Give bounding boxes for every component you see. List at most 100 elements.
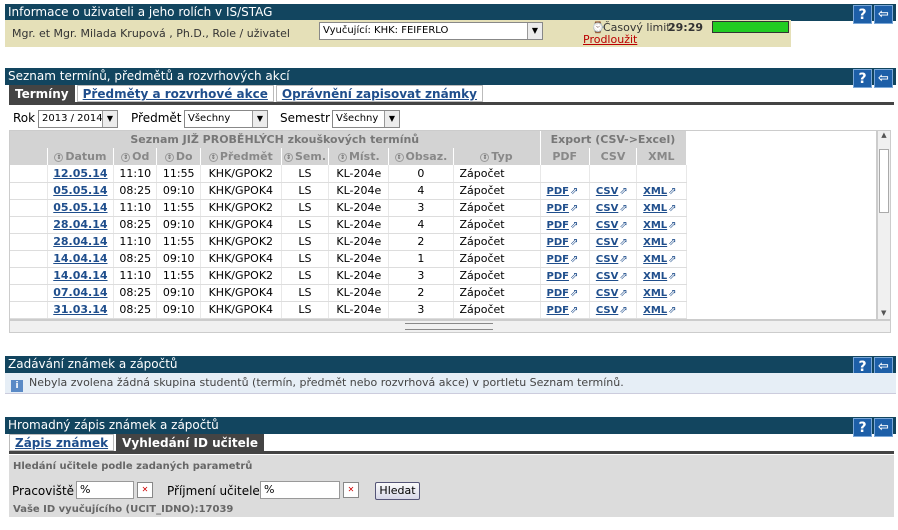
export-icon[interactable]: ⇗ [668,288,676,299]
export-icon[interactable]: ⇗ [619,288,627,299]
tab-predmety[interactable]: Předměty a rozvrhové akce [76,85,274,102]
pracoviste-input[interactable]: % [76,481,134,499]
prijmeni-input[interactable]: % [260,481,340,499]
extend-link[interactable]: Prodloužit [583,33,637,46]
export-csv-link[interactable]: CSV [596,305,618,316]
export-pdf-link[interactable]: PDF [547,288,569,299]
export-icon[interactable]: ⇗ [668,271,676,282]
date-link[interactable]: 07.04.14 [53,286,107,299]
cell-export-csv[interactable]: CSV⇗ [589,267,638,285]
export-csv-link[interactable]: CSV [596,288,618,299]
cell-datum[interactable]: 07.04.14 [47,284,115,302]
export-icon[interactable]: ⇗ [570,186,578,197]
export-pdf-link[interactable]: PDF [547,203,569,214]
cell-datum[interactable]: 28.04.14 [47,233,115,251]
export-icon[interactable]: ⇗ [570,254,578,265]
cell-export-pdf[interactable]: PDF⇗ [540,301,590,319]
sort-icon[interactable]: ⇕ [337,153,347,162]
clear-icon[interactable]: ✕ [137,482,153,498]
date-link[interactable]: 31.03.14 [53,303,107,316]
cell-export-pdf[interactable]: PDF⇗ [540,216,590,234]
date-link[interactable]: 12.05.14 [53,167,107,180]
export-xml-link[interactable]: XML [643,203,667,214]
sort-icon[interactable]: ⇕ [283,153,293,162]
predmet-select[interactable]: Všechny ▼ [184,110,268,128]
export-icon[interactable]: ⇗ [668,186,676,197]
cell-export-pdf[interactable]: PDF⇗ [540,284,590,302]
cell-export-xml[interactable]: XML⇗ [636,284,687,302]
hscroll-thumb[interactable] [405,323,493,330]
scroll-down-icon[interactable]: ▼ [881,309,886,317]
cell-export-pdf[interactable]: PDF⇗ [540,250,590,268]
export-icon[interactable]: ⇗ [570,288,578,299]
cell-datum[interactable]: 14.04.14 [47,250,115,268]
export-csv-link[interactable]: CSV [596,237,618,248]
semestr-select[interactable]: Všechny ▼ [332,110,400,128]
cell-export-pdf[interactable]: PDF⇗ [540,182,590,200]
back-arrow-icon[interactable]: ⇦ [874,69,893,88]
back-arrow-icon[interactable]: ⇦ [874,418,893,437]
export-pdf-link[interactable]: PDF [547,305,569,316]
col-mist[interactable]: ⇕ Míst. [328,148,390,165]
cell-export-xml[interactable]: XML⇗ [636,233,687,251]
tab-terminy[interactable]: Termíny [9,85,75,102]
export-pdf-link[interactable]: PDF [547,186,569,197]
cell-datum[interactable]: 05.05.14 [47,199,115,217]
cell-export-xml[interactable]: XML⇗ [636,301,687,319]
role-select[interactable]: Vyučující: KHK: FEIFERLO ▼ [319,22,543,40]
export-xml-link[interactable]: XML [643,254,667,265]
cell-datum[interactable]: 31.03.14 [47,301,115,319]
export-icon[interactable]: ⇗ [619,237,627,248]
cell-datum[interactable]: 12.05.14 [47,165,115,183]
date-link[interactable]: 28.04.14 [53,218,107,231]
export-xml-link[interactable]: XML [643,237,667,248]
export-csv-link[interactable]: CSV [596,203,618,214]
export-icon[interactable]: ⇗ [668,254,676,265]
col-do[interactable]: ⇕ Do [156,148,201,165]
cell-datum[interactable]: 28.04.14 [47,216,115,234]
cell-export-pdf[interactable]: PDF⇗ [540,267,590,285]
cell-export-xml[interactable]: XML⇗ [636,182,687,200]
sort-icon[interactable]: ⇕ [394,153,404,162]
cell-export-pdf[interactable]: PDF⇗ [540,199,590,217]
back-arrow-icon[interactable]: ⇦ [874,5,893,24]
export-icon[interactable]: ⇗ [668,237,676,248]
scroll-up-icon[interactable]: ▲ [878,131,890,139]
export-icon[interactable]: ⇗ [668,203,676,214]
cell-export-csv[interactable]: CSV⇗ [589,216,638,234]
export-csv-link[interactable]: CSV [596,271,618,282]
tab-zapis-znamek[interactable]: Zápis známek [9,434,115,451]
export-xml-link[interactable]: XML [643,288,667,299]
export-pdf-link[interactable]: PDF [547,271,569,282]
cell-export-xml[interactable]: XML⇗ [636,267,687,285]
date-link[interactable]: 05.05.14 [53,184,107,197]
scroll-thumb[interactable] [879,149,889,213]
help-icon[interactable]: ? [853,69,872,88]
tab-opravneni[interactable]: Oprávnění zapisovat známky [275,85,483,102]
sort-icon[interactable]: ⇕ [121,153,131,162]
export-icon[interactable]: ⇗ [619,220,627,231]
horizontal-scrollbar[interactable] [9,320,891,333]
cell-export-csv[interactable]: CSV⇗ [589,284,638,302]
cell-datum[interactable]: 14.04.14 [47,267,115,285]
export-icon[interactable]: ⇗ [570,271,578,282]
sort-icon[interactable]: ⇕ [164,153,174,162]
export-icon[interactable]: ⇗ [668,220,676,231]
sort-icon[interactable]: ⇕ [480,153,490,162]
rok-select[interactable]: 2013 / 2014 ▼ [38,110,118,128]
export-csv-link[interactable]: CSV [596,186,618,197]
clear-icon[interactable]: ✕ [343,482,359,498]
export-icon[interactable]: ⇗ [570,305,578,316]
cell-export-csv[interactable]: CSV⇗ [589,250,638,268]
export-csv-link[interactable]: CSV [596,220,618,231]
date-link[interactable]: 14.04.14 [53,252,107,265]
col-od[interactable]: ⇕ Od [113,148,158,165]
export-xml-link[interactable]: XML [643,305,667,316]
export-icon[interactable]: ⇗ [570,203,578,214]
export-icon[interactable]: ⇗ [619,203,627,214]
export-pdf-link[interactable]: PDF [547,220,569,231]
export-csv-link[interactable]: CSV [596,254,618,265]
col-datum[interactable]: ⇕ Datum [47,148,115,165]
date-link[interactable]: 28.04.14 [53,235,107,248]
help-icon[interactable]: ? [853,5,872,24]
